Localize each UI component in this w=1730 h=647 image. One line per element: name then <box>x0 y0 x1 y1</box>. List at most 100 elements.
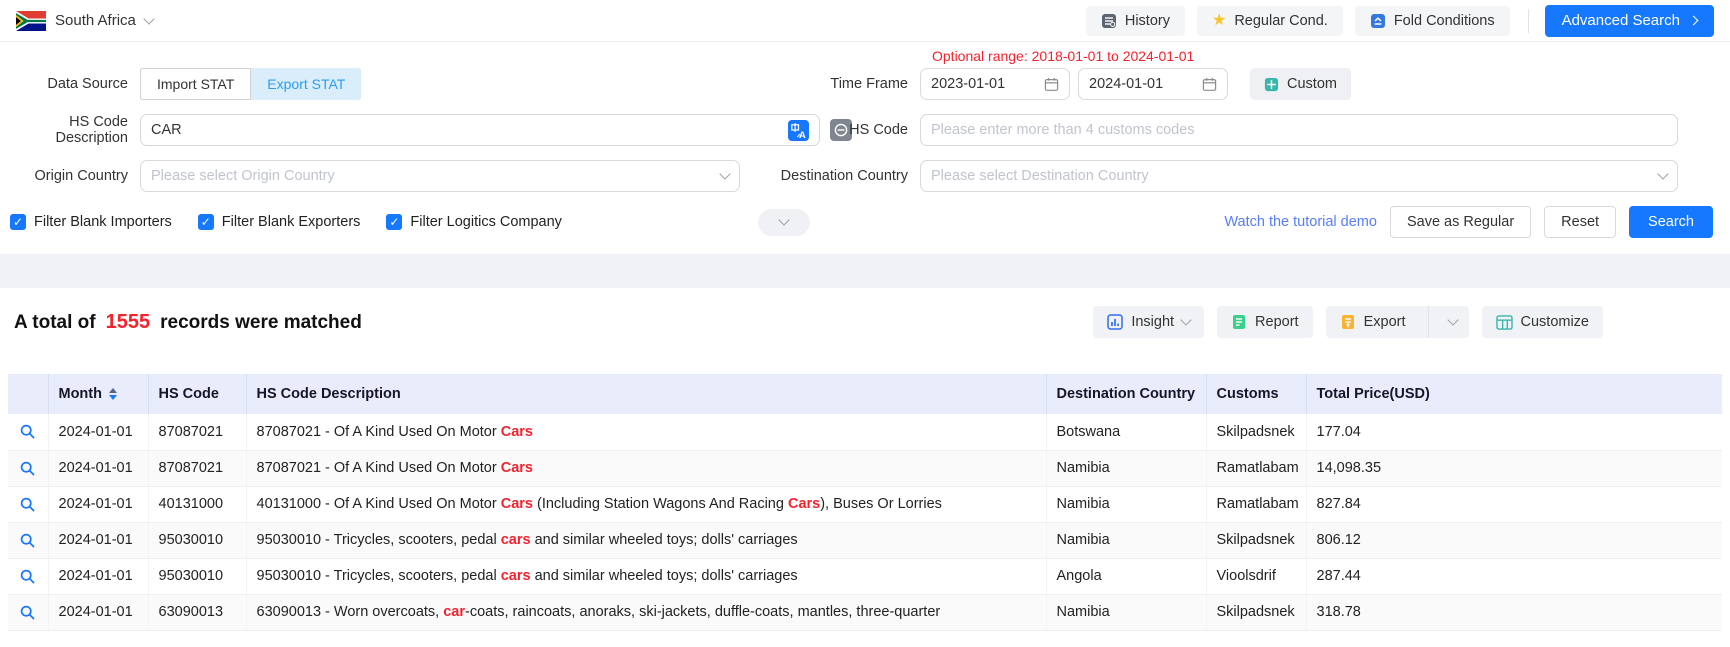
cell-hs-code: 87087021 <box>148 414 246 450</box>
regular-cond-button[interactable]: ★ Regular Cond. <box>1197 6 1343 36</box>
cell-month: 2024-01-01 <box>48 414 148 450</box>
destination-country-select[interactable]: Please select Destination Country <box>920 160 1678 192</box>
row-detail-cell[interactable] <box>8 594 48 630</box>
header-detail-column <box>8 374 48 414</box>
row-detail-cell[interactable] <box>8 450 48 486</box>
hs-desc-field: A <box>140 114 820 146</box>
section-divider-band <box>0 254 1730 288</box>
row-search-icon[interactable] <box>19 423 36 440</box>
table-row: 2024-01-016309001363090013 - Worn overco… <box>8 594 1722 630</box>
history-button[interactable]: History <box>1086 6 1185 36</box>
checkbox-checked-icon: ✓ <box>198 214 214 230</box>
row-detail-cell[interactable] <box>8 558 48 594</box>
fold-conditions-label: Fold Conditions <box>1394 13 1495 29</box>
chevron-down-icon <box>778 214 789 225</box>
filter-blank-importers-checkbox[interactable]: ✓ Filter Blank Importers <box>10 214 172 230</box>
sort-icon[interactable] <box>109 388 117 400</box>
chevron-down-icon <box>1180 314 1191 325</box>
destination-country-label: Destination Country <box>760 168 920 184</box>
results-title-suffix: records were matched <box>160 312 362 334</box>
search-button[interactable]: Search <box>1629 206 1713 238</box>
hs-code-input[interactable] <box>931 122 1667 138</box>
report-label: Report <box>1255 314 1299 330</box>
hs-desc-label: HS Code Description <box>0 114 140 146</box>
filter-label: Filter Logitics Company <box>410 214 562 230</box>
cell-total-price: 827.84 <box>1306 486 1722 522</box>
cell-destination-country: Botswana <box>1046 414 1206 450</box>
export-stat-tab[interactable]: Export STAT <box>251 68 361 100</box>
insight-button[interactable]: Insight <box>1093 306 1204 338</box>
cell-customs: Ramatlabam <box>1206 486 1306 522</box>
row-detail-cell[interactable] <box>8 414 48 450</box>
custom-timeframe-button[interactable]: Custom <box>1250 68 1351 100</box>
import-stat-label: Import STAT <box>157 76 234 92</box>
cell-customs: Skilpadsnek <box>1206 522 1306 558</box>
header-destination-country: Destination Country <box>1046 374 1206 414</box>
row-search-icon[interactable] <box>19 532 36 549</box>
origin-country-select[interactable]: Please select Origin Country <box>140 160 740 192</box>
history-icon <box>1101 13 1117 29</box>
cell-total-price: 177.04 <box>1306 414 1722 450</box>
filter-logistics-company-checkbox[interactable]: ✓ Filter Logitics Company <box>386 214 562 230</box>
header-hs-code-description: HS Code Description <box>246 374 1046 414</box>
star-icon: ★ <box>1212 13 1226 29</box>
insight-label: Insight <box>1131 314 1174 330</box>
south-africa-flag-icon <box>16 11 46 31</box>
filters-row: ✓ Filter Blank Importers ✓ Filter Blank … <box>10 206 1730 238</box>
regular-cond-label: Regular Cond. <box>1234 13 1328 29</box>
filter-label: Filter Blank Importers <box>34 214 172 230</box>
cell-destination-country: Angola <box>1046 558 1206 594</box>
row-detail-cell[interactable] <box>8 522 48 558</box>
report-button[interactable]: Report <box>1217 306 1313 338</box>
customize-button[interactable]: Customize <box>1482 306 1604 338</box>
table-row: 2024-01-019503001095030010 - Tricycles, … <box>8 522 1722 558</box>
time-frame-start-input[interactable]: 2023-01-01 <box>920 68 1070 100</box>
customize-label: Customize <box>1521 314 1590 330</box>
header-customs: Customs <box>1206 374 1306 414</box>
optional-range-hint: Optional range: 2018-01-01 to 2024-01-01 <box>932 48 1194 64</box>
cell-total-price: 287.44 <box>1306 558 1722 594</box>
advanced-search-button[interactable]: Advanced Search <box>1545 5 1714 37</box>
search-label: Search <box>1648 214 1694 230</box>
tutorial-demo-link[interactable]: Watch the tutorial demo <box>1224 214 1377 230</box>
save-as-regular-button[interactable]: Save as Regular <box>1390 206 1531 238</box>
calendar-icon <box>1202 77 1217 92</box>
cell-hs-code: 87087021 <box>148 450 246 486</box>
header-month[interactable]: Month <box>48 374 148 414</box>
cell-description: 95030010 - Tricycles, scooters, pedal ca… <box>246 558 1046 594</box>
cell-hs-code: 63090013 <box>148 594 246 630</box>
export-dropdown-button[interactable] <box>1437 306 1469 338</box>
filter-blank-exporters-checkbox[interactable]: ✓ Filter Blank Exporters <box>198 214 361 230</box>
custom-grid-icon <box>1264 77 1279 92</box>
cell-description: 40131000 - Of A Kind Used On Motor Cars … <box>246 486 1046 522</box>
row-search-icon[interactable] <box>19 460 36 477</box>
export-button[interactable]: Export <box>1326 306 1420 338</box>
import-stat-tab[interactable]: Import STAT <box>140 68 251 100</box>
hs-code-field <box>920 114 1678 146</box>
cell-hs-code: 40131000 <box>148 486 246 522</box>
time-frame-end-input[interactable]: 2024-01-01 <box>1078 68 1228 100</box>
customize-icon <box>1496 315 1513 330</box>
collapse-form-button[interactable] <box>758 209 810 236</box>
row-search-icon[interactable] <box>19 604 36 621</box>
sort-asc-caret <box>109 388 117 393</box>
results-table: Month HS Code HS Code Description Destin… <box>8 374 1722 631</box>
reset-button[interactable]: Reset <box>1544 206 1616 238</box>
cell-total-price: 318.78 <box>1306 594 1722 630</box>
export-stat-label: Export STAT <box>267 76 345 92</box>
country-selector[interactable]: South Africa <box>16 11 153 31</box>
hs-desc-input[interactable] <box>151 122 788 138</box>
row-detail-cell[interactable] <box>8 486 48 522</box>
fold-conditions-button[interactable]: Fold Conditions <box>1355 6 1510 36</box>
destination-placeholder: Please select Destination Country <box>931 168 1149 184</box>
origin-placeholder: Please select Origin Country <box>151 168 335 184</box>
row-search-icon[interactable] <box>19 568 36 585</box>
table-row: 2024-01-019503001095030010 - Tricycles, … <box>8 558 1722 594</box>
header-hs-code: HS Code <box>148 374 246 414</box>
insight-icon <box>1107 314 1123 330</box>
cell-customs: Skilpadsnek <box>1206 594 1306 630</box>
custom-label: Custom <box>1287 76 1337 92</box>
table-row: 2024-01-018708702187087021 - Of A Kind U… <box>8 450 1722 486</box>
row-search-icon[interactable] <box>19 496 36 513</box>
calendar-icon <box>1044 77 1059 92</box>
